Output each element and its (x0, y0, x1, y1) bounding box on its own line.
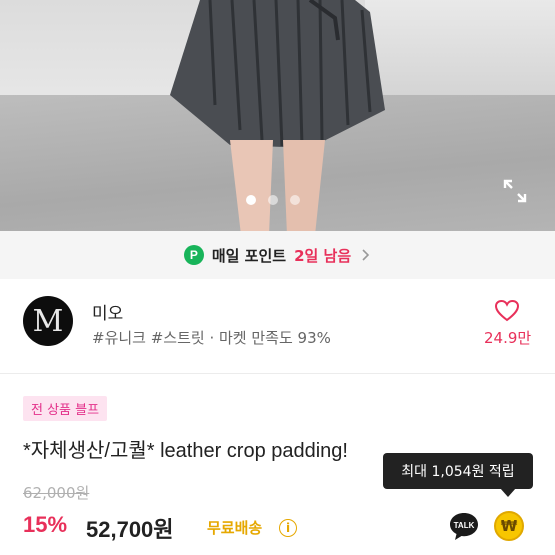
product-title: *자체생산/고퀄* leather crop padding! (23, 440, 348, 462)
promo-badge: 전 상품 블프 (23, 396, 108, 421)
days-remaining: 2일 남음 (294, 246, 352, 265)
chevron-right-icon (362, 249, 370, 261)
product-image[interactable] (0, 0, 555, 231)
free-shipping-label: 무료배송 (207, 519, 263, 537)
pagination-dot[interactable] (246, 195, 256, 205)
reward-coin-icon[interactable]: ₩ (494, 511, 524, 541)
talk-label: TALK (454, 521, 475, 530)
shop-avatar[interactable]: M (23, 296, 73, 346)
talk-chat-icon[interactable]: TALK (448, 510, 480, 542)
like-count: 24.9만 (484, 329, 532, 347)
discount-rate: 15% (23, 512, 68, 537)
shop-name[interactable]: 미오 (92, 299, 123, 324)
pleated-skirt-illustration (170, 0, 385, 148)
expand-icon[interactable] (502, 178, 528, 204)
original-price: 62,000원 (23, 484, 90, 502)
point-icon: P (183, 245, 204, 265)
section-divider (0, 373, 555, 374)
shop-info: M 미오 #유니크 #스트릿 · 마켓 만족도 93% 24.9만 (0, 279, 555, 369)
sale-price: 52,700원 (86, 517, 174, 542)
daily-point-label: 매일 포인트 (211, 246, 287, 265)
shop-tags: #유니크 #스트릿 · 마켓 만족도 93% (92, 329, 331, 347)
gallery-pagination (246, 195, 300, 205)
legs-illustration (230, 140, 325, 231)
pagination-dot[interactable] (290, 195, 300, 205)
daily-point-banner[interactable]: P 매일 포인트 2일 남음 (0, 231, 555, 279)
pagination-dot[interactable] (268, 195, 278, 205)
reward-tooltip: 최대 1,054원 적립 (383, 453, 533, 489)
heart-icon[interactable] (494, 299, 520, 323)
info-icon[interactable]: i (279, 519, 297, 537)
tooltip-tail (500, 488, 516, 497)
